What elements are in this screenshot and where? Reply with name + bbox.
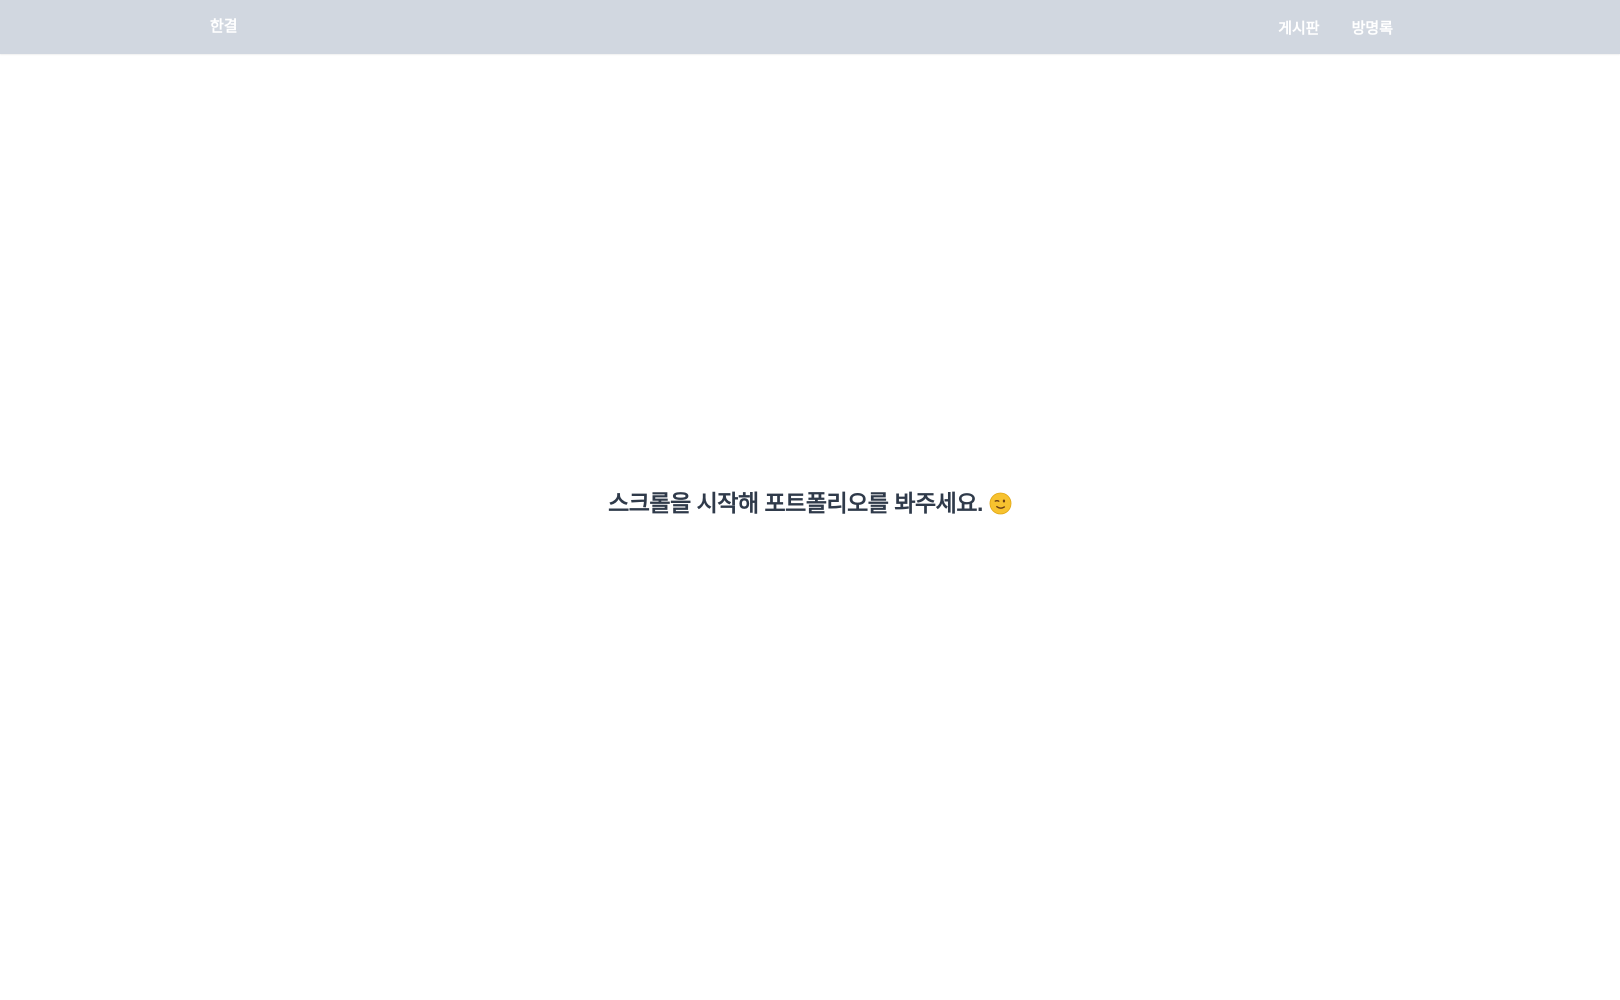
main-content: 스크롤을 시작해 포트폴리오를 봐주세요.	[0, 54, 1620, 1000]
brand-logo-link[interactable]: 한결	[210, 0, 238, 54]
hero-text: 스크롤을 시작해 포트폴리오를 봐주세요.	[608, 490, 983, 516]
top-navbar: 한결 게시판 방명록	[0, 0, 1620, 54]
winking-face-icon	[989, 492, 1012, 515]
hero-message: 스크롤을 시작해 포트폴리오를 봐주세요.	[0, 484, 1620, 518]
nav-guestbook-link[interactable]: 방명록	[1352, 17, 1393, 38]
main-nav: 게시판 방명록	[1278, 0, 1393, 54]
nav-board-link[interactable]: 게시판	[1278, 17, 1319, 38]
